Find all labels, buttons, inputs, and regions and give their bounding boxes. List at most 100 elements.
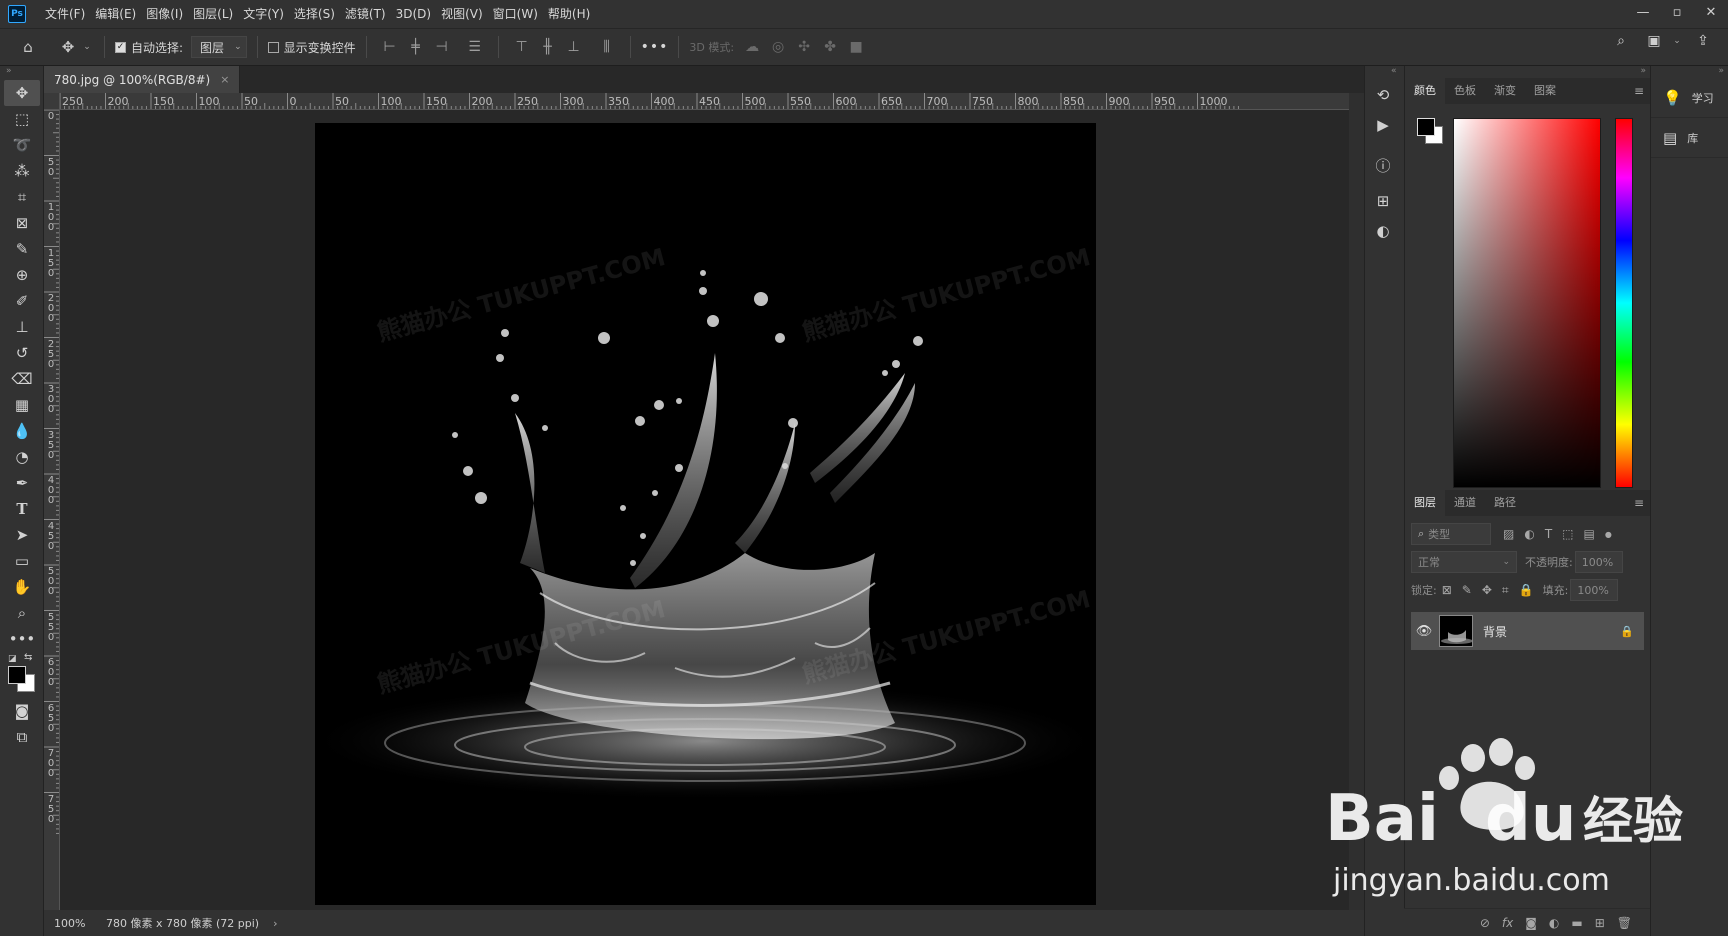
new-layer-icon[interactable]: ⊞ — [1595, 916, 1605, 930]
foreground-color-swatch[interactable] — [8, 666, 26, 684]
lasso-tool-icon[interactable]: ➰ — [0, 132, 44, 158]
toolbar-collapse-icon[interactable]: » — [0, 66, 43, 80]
eyedropper-tool-icon[interactable]: ✎ — [0, 236, 44, 262]
3d-camera-icon[interactable]: ■ — [848, 39, 864, 55]
menu-type[interactable]: 文字(Y) — [238, 0, 289, 28]
panel-menu-icon[interactable]: ≡ — [1634, 496, 1644, 510]
search-icon[interactable]: ⌕ — [1613, 33, 1629, 49]
3d-roll-icon[interactable]: ◎ — [770, 39, 786, 55]
new-group-icon[interactable]: ▬ — [1571, 916, 1582, 930]
edit-toolbar-icon[interactable]: ••• — [0, 626, 44, 652]
more-options-button[interactable]: ••• — [641, 39, 669, 55]
collapse-panels-icon[interactable]: » — [1405, 66, 1650, 78]
minimize-button[interactable]: — — [1626, 0, 1660, 24]
tab-color[interactable]: 颜色 — [1405, 78, 1445, 104]
crop-tool-icon[interactable]: ⌗ — [0, 184, 44, 210]
auto-select-checkbox[interactable]: ✓ — [115, 41, 126, 53]
auto-select-target-dropdown[interactable]: 图层 ⌄ — [191, 36, 247, 58]
filter-toggle-icon[interactable]: ● — [1605, 530, 1612, 539]
lock-transparent-icon[interactable]: ⊠ — [1442, 583, 1452, 597]
collapse-panels-icon[interactable]: » — [1651, 66, 1728, 78]
hand-tool-icon[interactable]: ✋ — [0, 574, 44, 600]
move-tool-icon[interactable]: ✥ — [4, 80, 40, 106]
filter-type-icon[interactable]: T — [1545, 527, 1552, 541]
3d-pan-icon[interactable]: ✣ — [796, 39, 812, 55]
type-tool-icon[interactable]: T — [0, 496, 44, 522]
fx-icon[interactable]: fx — [1502, 916, 1513, 930]
healing-brush-tool-icon[interactable]: ⊕ — [0, 262, 44, 288]
fill-input[interactable]: 100% — [1570, 579, 1619, 601]
magic-wand-tool-icon[interactable]: ⁂ — [0, 158, 44, 184]
foreground-color-swatch[interactable] — [1417, 118, 1435, 136]
brush-tool-icon[interactable]: ✐ — [0, 288, 44, 314]
info-panel-icon[interactable]: ⓘ — [1365, 150, 1401, 180]
document-image[interactable]: 熊猫办公 TUKUPPT.COM 熊猫办公 TUKUPPT.COM 熊猫办公 T… — [315, 123, 1096, 905]
pen-tool-icon[interactable]: ✒ — [0, 470, 44, 496]
tab-layers[interactable]: 图层 — [1405, 490, 1445, 516]
menu-view[interactable]: 视图(V) — [436, 0, 488, 28]
3d-slide-icon[interactable]: ✤ — [822, 39, 838, 55]
lock-artboard-icon[interactable]: ⌗ — [1502, 583, 1509, 598]
history-brush-tool-icon[interactable]: ↺ — [0, 340, 44, 366]
lock-position-icon[interactable]: ✥ — [1482, 583, 1492, 597]
blur-tool-icon[interactable]: 💧 — [0, 418, 44, 444]
filter-shape-icon[interactable]: ⬚ — [1562, 527, 1573, 541]
learn-button[interactable]: 💡 学习 — [1651, 78, 1728, 118]
hue-slider[interactable] — [1615, 118, 1633, 488]
panel-menu-icon[interactable]: ≡ — [1634, 84, 1644, 98]
actions-panel-icon[interactable]: ▶ — [1365, 110, 1401, 140]
color-field[interactable] — [1453, 118, 1601, 488]
opacity-input[interactable]: 100% — [1574, 551, 1623, 573]
layer-filter-dropdown[interactable]: ⌕ 类型 — [1411, 523, 1491, 545]
menu-window[interactable]: 窗口(W) — [488, 0, 543, 28]
menu-select[interactable]: 选择(S) — [289, 0, 340, 28]
align-bottom-icon[interactable]: ⊥ — [566, 39, 582, 55]
home-icon[interactable]: ⌂ — [0, 32, 56, 62]
tab-patterns[interactable]: 图案 — [1525, 78, 1565, 104]
clone-stamp-tool-icon[interactable]: ⊥ — [0, 314, 44, 340]
rectangle-tool-icon[interactable]: ▭ — [0, 548, 44, 574]
properties-panel-icon[interactable]: ⊞ — [1365, 186, 1401, 216]
adjustment-layer-icon[interactable]: ◐ — [1549, 916, 1559, 930]
status-menu-icon[interactable]: › — [273, 917, 277, 930]
adjustments-panel-icon[interactable]: ◐ — [1365, 216, 1401, 246]
frame-tool-icon[interactable]: ⊠ — [0, 210, 44, 236]
align-hcenter-icon[interactable]: ╪ — [408, 39, 424, 55]
eye-icon[interactable]: 👁 — [1411, 624, 1437, 639]
align-top-icon[interactable]: ⊤ — [514, 39, 530, 55]
zoom-tool-icon[interactable]: ⌕ — [0, 600, 44, 626]
delete-layer-icon[interactable]: 🗑 — [1617, 916, 1632, 930]
swap-colors-icon[interactable]: ⇆ — [24, 652, 32, 663]
filter-pixel-icon[interactable]: ▨ — [1503, 527, 1514, 541]
distribute-horizontal-icon[interactable]: ⫼ — [599, 39, 615, 55]
blend-mode-dropdown[interactable]: 正常 ⌄ — [1411, 551, 1517, 573]
document-tab[interactable]: 780.jpg @ 100%(RGB/8#) × — [44, 66, 241, 93]
zoom-level[interactable]: 100% — [44, 917, 94, 930]
tab-swatches[interactable]: 色板 — [1445, 78, 1485, 104]
align-right-icon[interactable]: ⊣ — [434, 39, 450, 55]
restore-button[interactable]: ▫ — [1660, 0, 1694, 24]
ruler-origin[interactable] — [44, 93, 60, 110]
menu-filter[interactable]: 滤镜(T) — [340, 0, 391, 28]
distribute-vertical-icon[interactable]: ☰ — [467, 39, 483, 55]
gradient-tool-icon[interactable]: ▦ — [0, 392, 44, 418]
screen-mode-icon[interactable]: ⧉ — [0, 724, 44, 750]
menu-layer[interactable]: 图层(L) — [188, 0, 238, 28]
eraser-tool-icon[interactable]: ⌫ — [0, 366, 44, 392]
marquee-tool-icon[interactable]: ⬚ — [0, 106, 44, 132]
close-button[interactable]: ✕ — [1694, 0, 1728, 24]
library-button[interactable]: ▤ 库 — [1651, 118, 1728, 158]
tool-preset-chevron-icon[interactable]: ⌄ — [80, 32, 94, 62]
history-panel-icon[interactable]: ⟲ — [1365, 80, 1401, 110]
menu-edit[interactable]: 编辑(E) — [90, 0, 141, 28]
show-transform-checkbox[interactable] — [267, 41, 279, 53]
filter-adjustment-icon[interactable]: ◐ — [1524, 527, 1534, 541]
3d-orbit-icon[interactable]: ☁ — [744, 39, 760, 55]
share-icon[interactable]: ⇪ — [1695, 33, 1711, 49]
vertical-ruler[interactable]: 0 5 0 1 0 0 1 5 0 2 0 0 2 5 0 3 0 0 3 5 0 4 0 0 4… — [44, 110, 60, 910]
add-mask-icon[interactable]: ◙ — [1525, 916, 1537, 930]
layer-row[interactable]: 👁 背景 🔒 — [1411, 612, 1644, 650]
align-left-icon[interactable]: ⊢ — [382, 39, 398, 55]
link-layers-icon[interactable]: ⊘ — [1480, 916, 1490, 930]
menu-help[interactable]: 帮助(H) — [543, 0, 595, 28]
